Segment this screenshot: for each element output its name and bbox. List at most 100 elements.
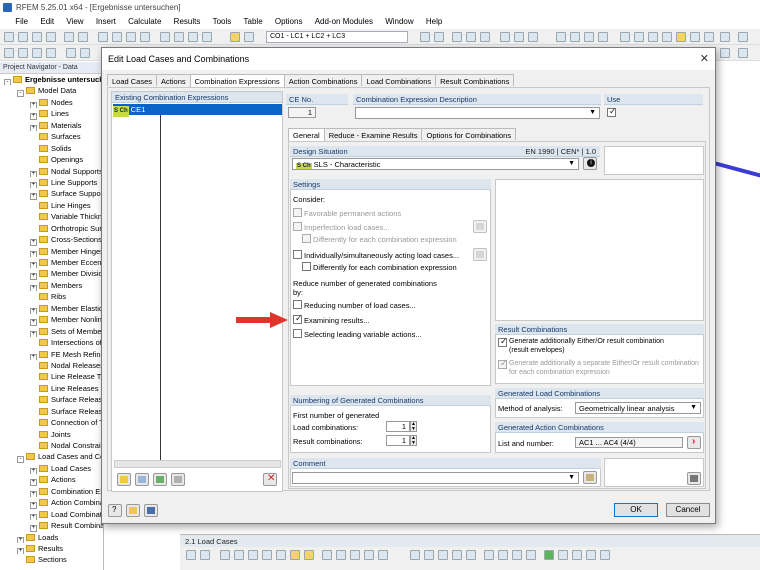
table-tool-icon-11[interactable] — [336, 550, 346, 560]
delete-expression-button[interactable]: ✕ — [263, 473, 277, 486]
nav-item[interactable]: +Combination Expressions — [0, 486, 103, 498]
filter-icon[interactable] — [202, 32, 212, 42]
section-icon[interactable] — [528, 32, 538, 42]
nav-item[interactable]: Ribs — [0, 291, 103, 302]
table-tool-icon-4[interactable] — [234, 550, 244, 560]
list-item[interactable]: S Ch CE1 — [113, 104, 282, 117]
description-combo[interactable]: ▼ — [355, 107, 600, 119]
menu-options[interactable]: Options — [270, 15, 308, 28]
open-button[interactable] — [126, 504, 140, 517]
comment-edit-button[interactable] — [583, 471, 597, 484]
uncheck-expression-button[interactable] — [171, 473, 185, 486]
nav-item[interactable]: +Action Combinations — [0, 497, 103, 509]
view-z-icon[interactable] — [584, 32, 594, 42]
view-x-icon[interactable] — [556, 32, 566, 42]
render-icon[interactable] — [140, 32, 150, 42]
table-tool-icon-3[interactable] — [220, 550, 230, 560]
zoom-icon[interactable] — [98, 32, 108, 42]
table-tool-icon-24[interactable] — [586, 550, 596, 560]
cancel-button[interactable]: Cancel — [666, 503, 710, 517]
menu-add-on-modules[interactable]: Add-on Modules — [310, 15, 378, 28]
zoom-all-icon[interactable] — [620, 32, 630, 42]
subtab-general[interactable]: General — [288, 128, 325, 141]
individually-differently-checkbox[interactable] — [302, 262, 311, 271]
use-checkbox[interactable]: ✓ — [607, 106, 617, 117]
nav-item[interactable]: Nodal Releases — [0, 360, 103, 371]
menu-help[interactable]: Help — [421, 15, 447, 28]
show-action-combinations-button[interactable]: › — [687, 436, 701, 449]
grid-view-icon[interactable] — [738, 48, 748, 58]
grid-icon[interactable] — [690, 32, 700, 42]
next-icon[interactable] — [434, 32, 444, 42]
ce-no-field[interactable]: 1 — [288, 107, 316, 118]
imperfection-checkbox[interactable] — [293, 222, 302, 231]
table-tool-icon-13[interactable] — [364, 550, 374, 560]
nav-item[interactable]: Variable Thickness — [0, 211, 103, 222]
table-tool-icon-9[interactable] — [304, 550, 314, 560]
nav-item[interactable]: Nodal Constraints — [0, 440, 103, 451]
deformation-icon[interactable] — [452, 32, 462, 42]
nav-item[interactable]: + Line Supports — [0, 177, 103, 189]
tab-combination-expressions[interactable]: Combination Expressions — [189, 74, 285, 87]
pan-icon[interactable] — [112, 32, 122, 42]
isometric-icon[interactable] — [598, 32, 608, 42]
imperfection-differently-checkbox[interactable] — [302, 234, 311, 243]
table-tool-icon-17[interactable] — [452, 550, 462, 560]
table-tool-icon-25[interactable] — [600, 550, 610, 560]
surface-results-icon[interactable] — [480, 32, 490, 42]
nav-item[interactable]: +Member Eccentricities — [0, 257, 103, 269]
print-button[interactable] — [687, 472, 701, 485]
leading-variable-checkbox[interactable] — [293, 329, 302, 338]
settings-icon[interactable] — [738, 32, 748, 42]
dimension-icon[interactable] — [720, 32, 730, 42]
nav-item[interactable]: +Member Divisions — [0, 268, 103, 280]
calculate-icon[interactable] — [160, 32, 170, 42]
menu-tools[interactable]: Tools — [208, 15, 237, 28]
new-expression-button[interactable] — [117, 473, 131, 486]
new-icon[interactable] — [4, 32, 14, 42]
nav-item[interactable]: + Members — [0, 280, 103, 292]
table-tool-icon-6[interactable] — [262, 550, 272, 560]
either-or-checkbox[interactable]: ✓ — [498, 336, 508, 347]
tab-load-combinations[interactable]: Load Combinations — [361, 74, 437, 86]
method-of-analysis-combo[interactable]: Geometrically linear analysis ▼ — [575, 402, 701, 414]
previous-icon[interactable] — [420, 32, 430, 42]
load-combinations-spinner[interactable]: ▲ ▼ — [410, 421, 417, 432]
menu-calculate[interactable]: Calculate — [123, 15, 166, 28]
nav-item[interactable]: + Cross-Sections — [0, 234, 103, 246]
nav-item[interactable]: -Ergebnisse untersuchen — [0, 74, 103, 86]
nav-item[interactable]: +Surface Supports — [0, 188, 103, 200]
rotate-icon[interactable] — [126, 32, 136, 42]
nav-item[interactable]: + Nodes — [0, 97, 103, 109]
member-results-icon[interactable] — [466, 32, 476, 42]
close-icon[interactable]: ✕ — [700, 52, 709, 65]
print-icon[interactable] — [46, 32, 56, 42]
nav-item[interactable]: +Load Combinations — [0, 509, 103, 521]
zoom-window-icon[interactable] — [634, 32, 644, 42]
results-icon[interactable] — [174, 32, 184, 42]
nav-item[interactable]: Connection of Two Members — [0, 417, 103, 428]
table-tool-icon-23[interactable] — [558, 550, 568, 560]
snap-tool-icon[interactable] — [46, 48, 56, 58]
snap-icon[interactable] — [704, 32, 714, 42]
table-tool-icon-22[interactable] — [526, 550, 536, 560]
guide-tool-icon[interactable] — [80, 48, 90, 58]
imperfection-edit-button[interactable] — [473, 220, 487, 233]
nav-item[interactable]: Solids — [0, 143, 103, 154]
horizontal-scrollbar[interactable] — [114, 460, 281, 468]
nav-item[interactable]: +Member Elastic Foundations — [0, 303, 103, 315]
nav-item[interactable]: +Member Nonlinearities — [0, 314, 103, 326]
measure-icon[interactable] — [662, 32, 672, 42]
nav-item[interactable]: -Load Cases and Combinations — [0, 451, 103, 463]
table-tool-icon-18[interactable] — [466, 550, 476, 560]
nav-item[interactable]: + Nodal Supports — [0, 166, 103, 177]
ok-button[interactable]: OK — [614, 503, 658, 517]
nav-item[interactable]: + Materials — [0, 120, 103, 132]
reducing-load-cases-checkbox[interactable] — [293, 300, 302, 309]
load-combinations-number-field[interactable]: 1 — [386, 421, 410, 432]
table-tool-icon-14[interactable] — [378, 550, 388, 560]
function-icon[interactable] — [572, 550, 582, 560]
table-tool-icon-7[interactable] — [276, 550, 286, 560]
open-icon[interactable] — [18, 32, 28, 42]
nav-item[interactable]: Surfaces — [0, 131, 103, 142]
